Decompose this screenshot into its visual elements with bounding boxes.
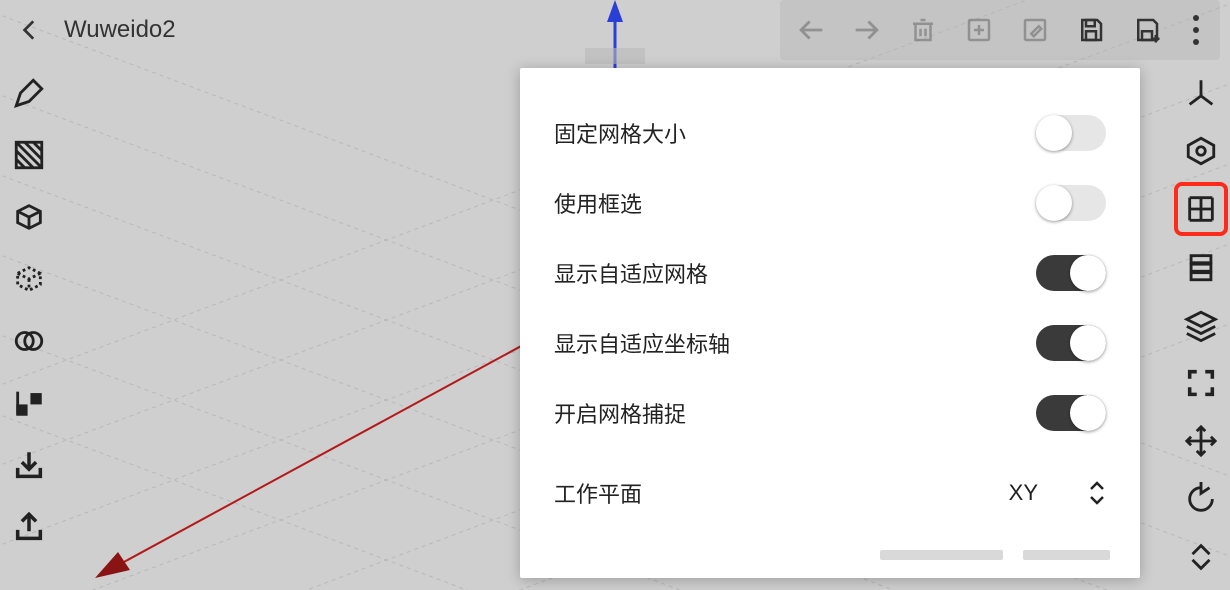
save-as-button[interactable] [1120,3,1174,57]
right-toolbar [1178,70,1224,580]
axis-view-button[interactable] [1178,70,1224,116]
toggle-adaptive-axes[interactable] [1036,325,1106,361]
expand-button[interactable] [1178,534,1224,580]
align-tool[interactable] [6,380,52,426]
setting-label: 使用框选 [554,187,642,219]
project-title: Wuweido2 [60,16,176,44]
layers-button[interactable] [1178,302,1224,348]
grid-settings-panel: 固定网格大小 使用框选 显示自适应网格 显示自适应坐标轴 开启网格捕捉 工作平面… [520,68,1140,578]
workplane-value: XY [1009,480,1038,506]
setting-workplane[interactable]: 工作平面 XY [554,458,1106,528]
left-toolbar [6,70,52,550]
header-actions [780,0,1220,60]
scroll-indicator [880,550,1110,560]
pan-button[interactable] [1178,418,1224,464]
setting-adaptive-axes: 显示自适应坐标轴 [554,308,1106,378]
stepper-icon[interactable] [1088,481,1106,505]
delete-button[interactable] [896,3,950,57]
add-button[interactable] [952,3,1006,57]
setting-label: 工作平面 [554,477,642,509]
more-menu-button[interactable] [1176,15,1216,45]
export-tool[interactable] [6,504,52,550]
back-button[interactable] [0,0,60,60]
sketch-tool[interactable] [6,70,52,116]
setting-label: 开启网格捕捉 [554,397,686,429]
stack-button[interactable] [1178,244,1224,290]
setting-box-select: 使用框选 [554,168,1106,238]
toggle-fixed-grid-size[interactable] [1036,115,1106,151]
view-cube-button[interactable] [1178,128,1224,174]
setting-grid-snap: 开启网格捕捉 [554,378,1106,448]
setting-label: 固定网格大小 [554,117,686,149]
toggle-box-select[interactable] [1036,185,1106,221]
solid-tool[interactable] [6,194,52,240]
toggle-adaptive-grid[interactable] [1036,255,1106,291]
setting-label: 显示自适应网格 [554,257,708,289]
setting-label: 显示自适应坐标轴 [554,327,730,359]
rotate-button[interactable] [1178,476,1224,522]
undo-nav-button[interactable] [784,3,838,57]
import-tool[interactable] [6,442,52,488]
boolean-tool[interactable] [6,318,52,364]
save-button[interactable] [1064,3,1118,57]
wireframe-tool[interactable] [6,256,52,302]
hatch-tool[interactable] [6,132,52,178]
grid-settings-button[interactable] [1178,186,1224,232]
setting-adaptive-grid: 显示自适应网格 [554,238,1106,308]
toggle-grid-snap[interactable] [1036,395,1106,431]
setting-fixed-grid-size: 固定网格大小 [554,98,1106,168]
fullscreen-button[interactable] [1178,360,1224,406]
header-bar: Wuweido2 [0,0,1230,60]
redo-nav-button[interactable] [840,3,894,57]
edit-button[interactable] [1008,3,1062,57]
